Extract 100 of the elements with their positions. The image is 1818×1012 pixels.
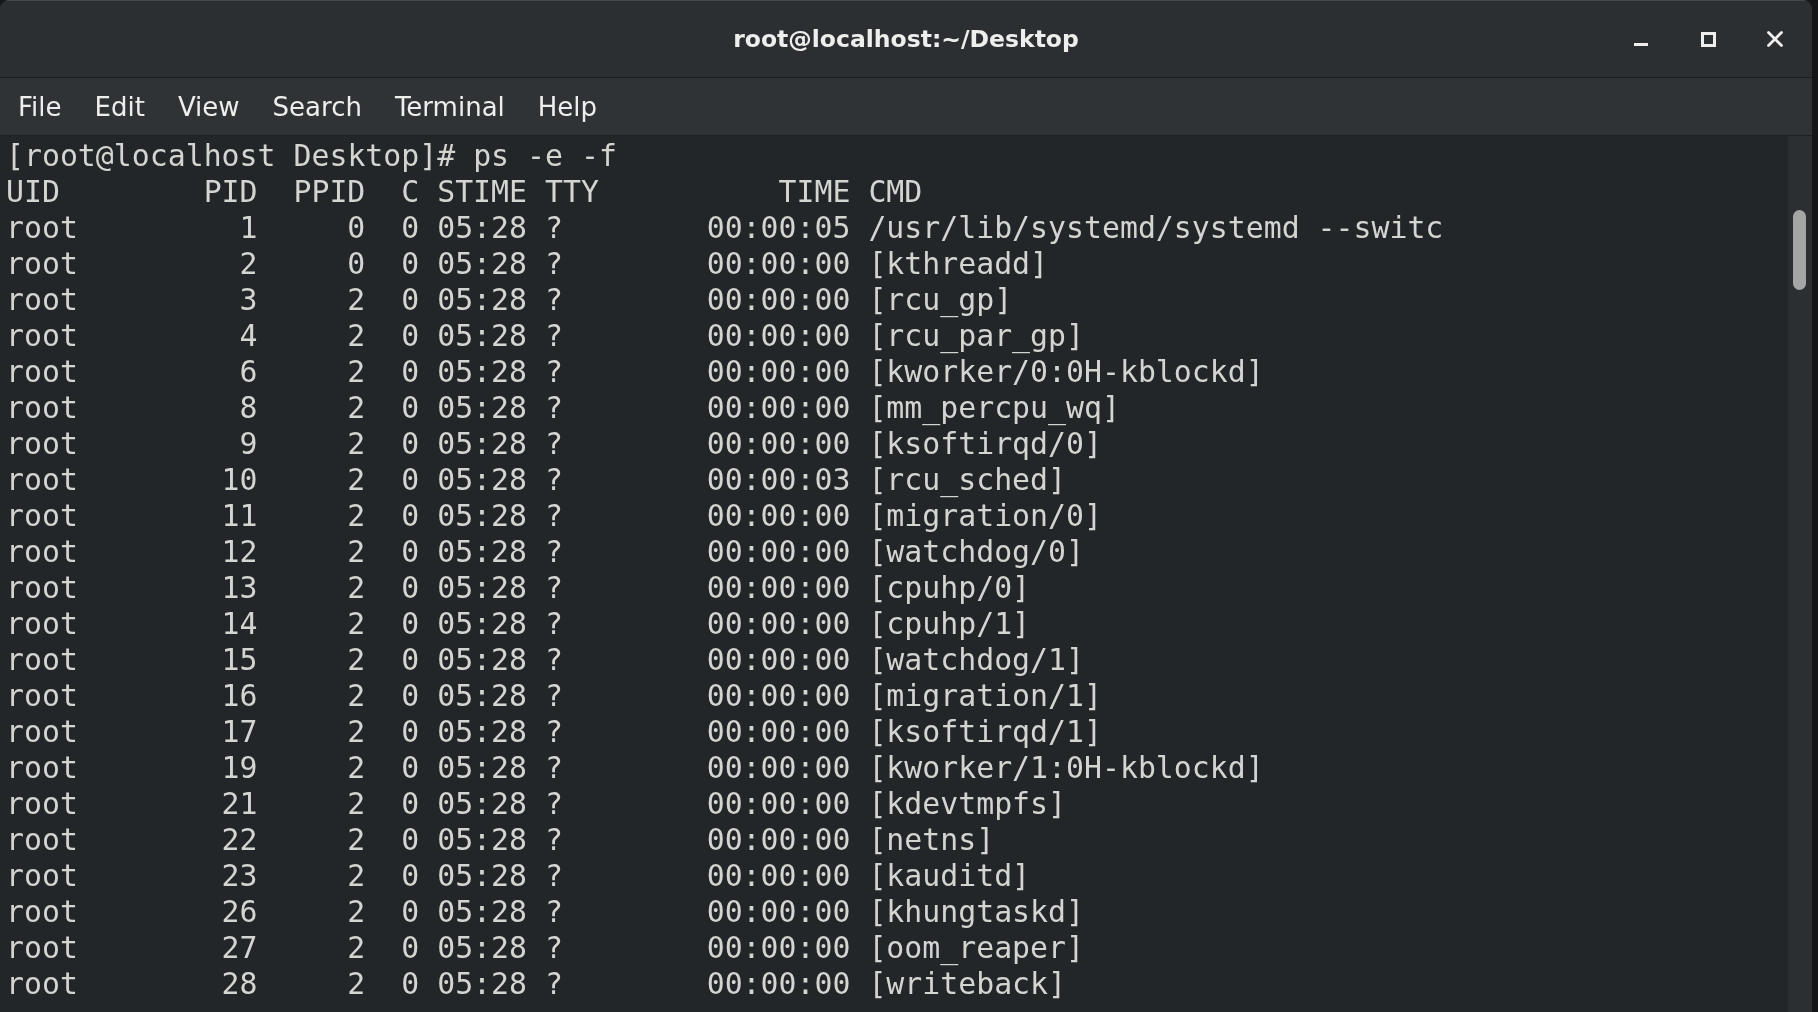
table-cell: 00:00:00 (706, 930, 851, 966)
table-cell: 05:28 (437, 606, 527, 642)
table-cell: [rcu_par_gp] (868, 318, 1084, 354)
table-cell: 0 (401, 750, 420, 786)
table-cell: [kdevtmpfs] (868, 786, 1067, 822)
table-cell: 6 (239, 354, 258, 390)
table-cell: ? (544, 678, 563, 714)
table-cell: 05:28 (437, 246, 527, 282)
table-cell: 05:28 (437, 642, 527, 678)
table-cell: 05:28 (437, 534, 527, 570)
table-cell: [rcu_gp] (868, 282, 1013, 318)
table-cell: 05:28 (437, 390, 527, 426)
shell-prompt: [root@localhost Desktop]# (6, 138, 456, 174)
table-cell: root (6, 786, 78, 822)
column-header: C (401, 174, 420, 210)
table-cell: ? (544, 210, 563, 246)
table-cell: 00:00:00 (706, 786, 851, 822)
table-cell: root (6, 714, 78, 750)
table-cell: [mm_percpu_wq] (868, 390, 1120, 426)
menu-item[interactable]: File (1, 85, 78, 128)
table-cell: [rcu_sched] (868, 462, 1067, 498)
table-cell: 0 (401, 390, 420, 426)
table-cell: 00:00:00 (706, 642, 851, 678)
table-cell: 10 (221, 462, 258, 498)
table-cell: 00:00:00 (706, 426, 851, 462)
table-cell: 22 (221, 822, 258, 858)
table-cell: 2 (347, 858, 366, 894)
table-cell: [ksoftirqd/0] (868, 426, 1102, 462)
table-cell: 2 (347, 462, 366, 498)
scrollbar-thumb[interactable] (1793, 210, 1806, 290)
table-cell: 05:28 (437, 966, 527, 1002)
table-cell: 2 (347, 822, 366, 858)
table-cell: ? (544, 246, 563, 282)
table-cell: 00:00:00 (706, 534, 851, 570)
column-header: PID (203, 174, 258, 210)
table-cell: [cpuhp/1] (868, 606, 1031, 642)
table-cell: 05:28 (437, 930, 527, 966)
table-cell: [watchdog/0] (868, 534, 1084, 570)
table-cell: 12 (221, 534, 258, 570)
table-cell: 0 (401, 426, 420, 462)
table-cell: 2 (347, 678, 366, 714)
table-cell: 0 (401, 354, 420, 390)
table-cell: root (6, 354, 78, 390)
table-cell: 0 (401, 966, 420, 1002)
table-cell: ? (544, 390, 563, 426)
table-cell: 0 (401, 246, 420, 282)
table-cell: ? (544, 930, 563, 966)
table-cell: 00:00:03 (706, 462, 851, 498)
table-cell: 0 (347, 246, 366, 282)
table-cell: 28 (221, 966, 258, 1002)
window-title: root@localhost:~/Desktop (733, 25, 1079, 53)
table-cell: 2 (347, 282, 366, 318)
table-cell: 2 (347, 426, 366, 462)
table-cell: 00:00:00 (706, 498, 851, 534)
table-cell: [ksoftirqd/1] (868, 714, 1102, 750)
table-cell: 21 (221, 786, 258, 822)
table-cell: ? (544, 822, 563, 858)
table-cell: 23 (221, 858, 258, 894)
table-cell: ? (544, 858, 563, 894)
table-cell: 2 (347, 318, 366, 354)
menu-item[interactable]: Edit (77, 85, 161, 128)
table-cell: root (6, 894, 78, 930)
table-cell: 05:28 (437, 786, 527, 822)
table-cell: ? (544, 750, 563, 786)
table-cell: 00:00:00 (706, 750, 851, 786)
table-cell: 0 (401, 714, 420, 750)
table-cell: 8 (239, 390, 258, 426)
menu-item[interactable]: Help (520, 85, 614, 128)
menu-item[interactable]: View (160, 85, 256, 128)
table-cell: root (6, 822, 78, 858)
table-cell: root (6, 210, 78, 246)
table-cell: ? (544, 462, 563, 498)
table-cell: 05:28 (437, 210, 527, 246)
table-cell: 0 (401, 318, 420, 354)
table-cell: [kworker/0:0H-kblockd] (868, 354, 1264, 390)
table-cell: 17 (221, 714, 258, 750)
table-cell: root (6, 858, 78, 894)
table-cell: 05:28 (437, 894, 527, 930)
table-cell: 27 (221, 930, 258, 966)
table-cell: 16 (221, 678, 258, 714)
menu-item[interactable]: Search (255, 85, 378, 128)
column-header: TTY (544, 174, 599, 210)
table-cell: [kworker/1:0H-kblockd] (868, 750, 1264, 786)
table-cell: root (6, 498, 78, 534)
table-cell: 0 (401, 642, 420, 678)
table-cell: root (6, 930, 78, 966)
table-cell: [oom_reaper] (868, 930, 1084, 966)
table-cell: 2 (347, 714, 366, 750)
table-cell: ? (544, 966, 563, 1002)
table-cell: 2 (347, 390, 366, 426)
table-cell: ? (544, 606, 563, 642)
table-cell: 05:28 (437, 498, 527, 534)
table-cell: 2 (347, 930, 366, 966)
table-cell: 00:00:00 (706, 606, 851, 642)
table-cell: [khungtaskd] (868, 894, 1084, 930)
menu-item[interactable]: Terminal (377, 85, 521, 128)
table-cell: 00:00:00 (706, 966, 851, 1002)
table-cell: 2 (347, 786, 366, 822)
table-cell: 05:28 (437, 750, 527, 786)
table-cell: ? (544, 534, 563, 570)
